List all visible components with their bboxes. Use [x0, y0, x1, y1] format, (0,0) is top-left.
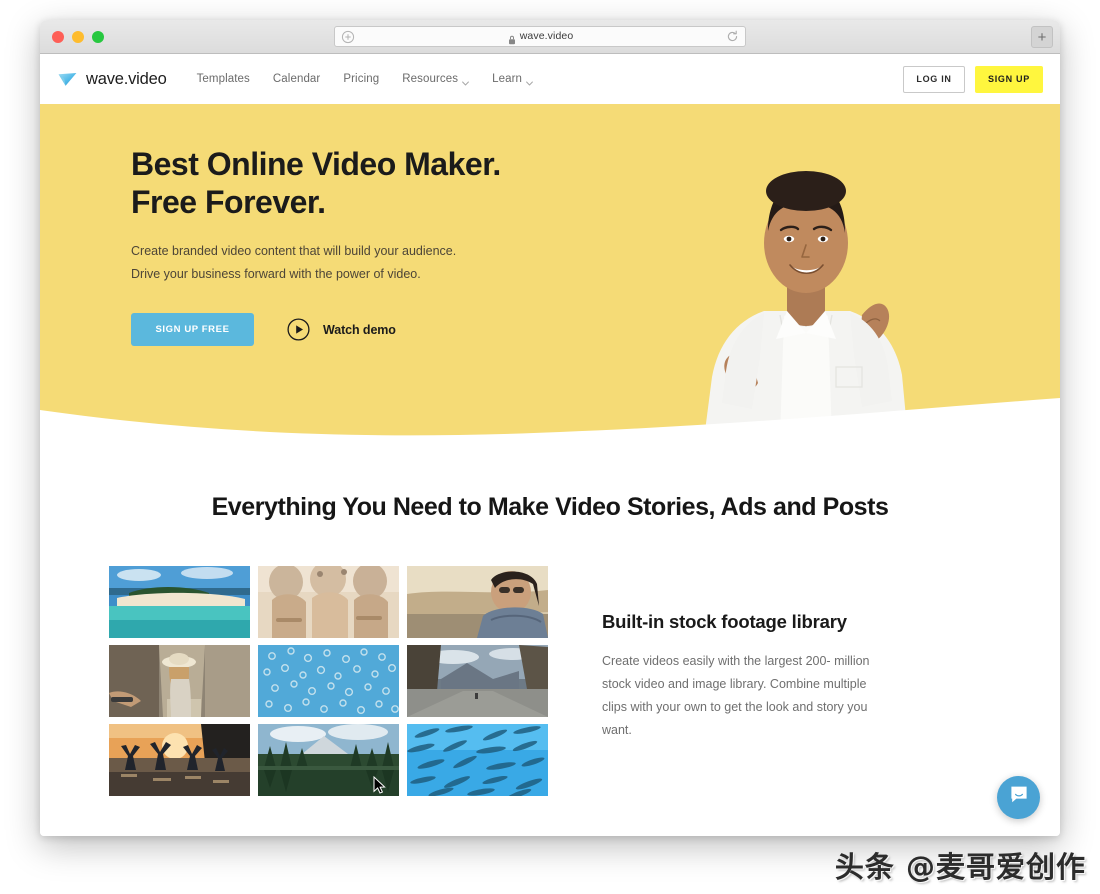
reload-icon[interactable] [726, 30, 739, 43]
nav-links: Templates Calendar Pricing Resources Lea… [197, 73, 533, 85]
chevron-down-icon [462, 77, 469, 85]
feature-title: Built-in stock footage library [602, 609, 852, 634]
browser-window: wave.video + wave.video Templates Calend… [40, 20, 1060, 836]
watch-demo-label: Watch demo [323, 322, 396, 337]
section-heading-line-1: Everything You Need to Make Video Storie… [211, 493, 716, 521]
hero-title: Best Online Video Maker. Free Forever. [131, 145, 571, 221]
signup-free-button[interactable]: SIGN UP FREE [131, 313, 254, 346]
nav-item-label: Resources [402, 73, 459, 85]
circled-plus-icon[interactable] [341, 30, 355, 44]
nav-item-calendar[interactable]: Calendar [273, 73, 320, 85]
nav-actions: LOG IN SIGN UP [903, 65, 1043, 93]
nav-item-learn[interactable]: Learn [492, 73, 533, 85]
address-bar-content: wave.video [355, 30, 726, 44]
nav-item-label: Templates [196, 73, 250, 85]
section-heading: Everything You Need to Make Video Storie… [40, 491, 1060, 523]
chat-launcher-button[interactable] [997, 776, 1040, 819]
login-button[interactable]: LOG IN [903, 65, 965, 93]
thumbnail-forest-lake-reflection[interactable] [258, 724, 399, 796]
hero-title-line-1: Best Online Video Maker. [131, 146, 501, 182]
site-navbar: wave.video Templates Calendar Pricing Re… [40, 54, 1060, 104]
page-viewport: wave.video Templates Calendar Pricing Re… [40, 54, 1060, 836]
hero-subtitle-line-2: Drive your business forward with the pow… [131, 267, 421, 281]
close-window-button[interactable] [52, 31, 64, 43]
thumbnail-friends-sunset-water-celebration[interactable] [109, 724, 250, 796]
nav-item-pricing[interactable]: Pricing [343, 73, 379, 85]
nav-item-label: Calendar [272, 73, 321, 85]
nav-item-label: Pricing [343, 73, 380, 85]
address-bar[interactable]: wave.video [334, 26, 746, 47]
nav-item-resources[interactable]: Resources [402, 73, 469, 85]
thumbnail-woman-sunglasses-car-window[interactable] [407, 566, 548, 638]
chevron-down-icon [526, 77, 533, 85]
feature-text-block: Built-in stock footage library Create vi… [602, 566, 1000, 796]
hero-wave-divider [40, 398, 1060, 439]
thumbnail-mountain-road-landscape[interactable] [407, 645, 548, 717]
brand-logo[interactable]: wave.video [57, 69, 167, 90]
hero-subtitle: Create branded video content that will b… [131, 240, 571, 286]
wave-video-logo-icon [57, 69, 78, 90]
hero-title-line-2: Free Forever. [131, 184, 326, 220]
window-traffic-lights [52, 31, 104, 43]
nav-item-label: Learn [492, 73, 523, 85]
thumbnail-tropical-beach-island[interactable] [109, 566, 250, 638]
watch-demo-button[interactable]: Watch demo [287, 318, 396, 341]
watermark: 头条 @麦哥爱创作 [834, 850, 1086, 884]
feature-title-line-2: library [791, 611, 847, 632]
hero-section: Best Online Video Maker. Free Forever. C… [40, 104, 1060, 439]
thumbnail-jellyfish-blue-water[interactable] [258, 645, 399, 717]
thumbnail-friends-hands-confetti[interactable] [258, 566, 399, 638]
thumbnail-school-of-fish-underwater[interactable] [407, 724, 548, 796]
hero-copy: Best Online Video Maker. Free Forever. C… [131, 145, 571, 346]
address-bar-url: wave.video [519, 30, 574, 43]
thumbnail-woman-hat-walking-street[interactable] [109, 645, 250, 717]
feature-row: Built-in stock footage library Create vi… [40, 566, 1060, 796]
section-heading-line-2: Ads and Posts [720, 493, 889, 521]
screenshot-root: wave.video + wave.video Templates Calend… [0, 0, 1100, 894]
feature-body: Create videos easily with the largest 20… [602, 650, 882, 742]
feature-body-line-1: Create videos easily with the largest 20… [602, 654, 831, 668]
maximize-window-button[interactable] [92, 31, 104, 43]
features-section: Everything You Need to Make Video Storie… [40, 439, 1060, 796]
browser-titlebar: wave.video + [40, 20, 1060, 54]
chat-bubble-icon [1009, 785, 1029, 810]
feature-title-line-1: Built-in stock footage [602, 611, 787, 632]
lock-icon [508, 32, 516, 44]
play-circle-icon [287, 318, 310, 341]
stock-footage-thumbnail-grid [109, 566, 550, 796]
brand-name: wave.video [86, 69, 167, 88]
hero-cta-row: SIGN UP FREE Watch demo [131, 313, 571, 346]
nav-item-templates[interactable]: Templates [197, 73, 250, 85]
new-tab-button[interactable]: + [1031, 26, 1053, 48]
signup-button[interactable]: SIGN UP [975, 65, 1043, 93]
hero-subtitle-line-1: Create branded video content that will b… [131, 244, 457, 258]
minimize-window-button[interactable] [72, 31, 84, 43]
